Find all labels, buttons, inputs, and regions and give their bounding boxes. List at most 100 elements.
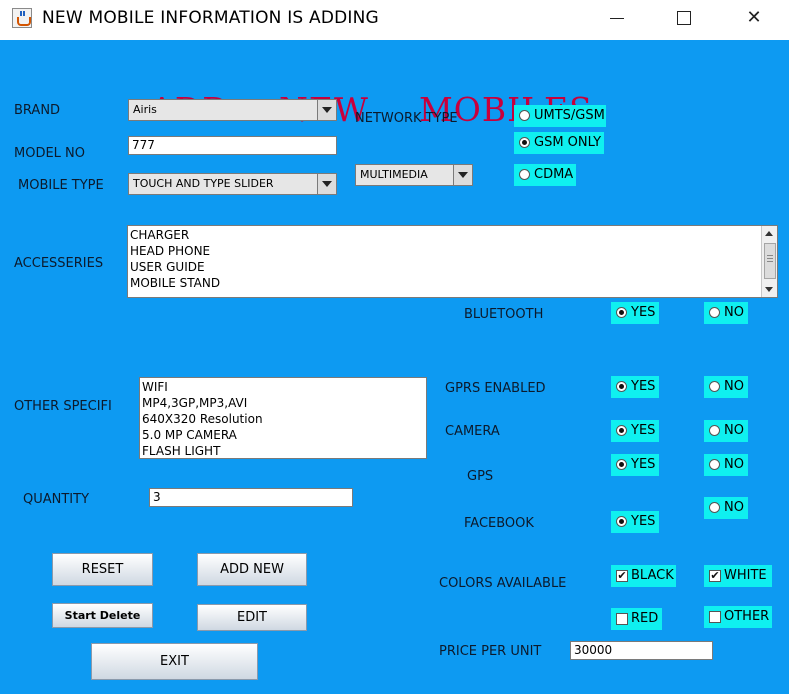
network-cdma-radio[interactable]: CDMA <box>514 164 576 186</box>
checkbox-checked-icon[interactable]: ✔ <box>709 570 721 582</box>
radio-selected-icon[interactable] <box>616 516 627 527</box>
chevron-down-icon[interactable] <box>317 174 336 194</box>
list-item[interactable]: 640X320 Resolution <box>140 411 426 427</box>
camera-yes-label: YES <box>631 423 656 438</box>
bluetooth-label: BLUETOOTH <box>464 307 544 322</box>
category-combo[interactable]: MULTIMEDIA <box>355 164 473 186</box>
network-umts-label: UMTS/GSM <box>534 108 605 123</box>
minimize-icon[interactable] <box>594 0 640 37</box>
radio-selected-icon[interactable] <box>616 459 627 470</box>
quantity-field[interactable]: 3 <box>149 488 353 507</box>
price-field[interactable]: 30000 <box>570 641 713 660</box>
accessories-list[interactable]: CHARGER HEAD PHONE USER GUIDE MOBILE STA… <box>127 225 778 298</box>
list-item[interactable]: HEAD PHONE <box>128 243 777 259</box>
list-item[interactable]: CHARGER <box>128 227 777 243</box>
model-no-field[interactable]: 777 <box>128 136 337 155</box>
form-panel: ADD NEW MOBILES BRAND Airis MODEL NO 777… <box>0 40 789 694</box>
scrollbar[interactable] <box>761 226 777 297</box>
exit-button[interactable]: EXIT <box>91 643 258 680</box>
checkbox-icon[interactable] <box>616 613 628 625</box>
add-new-button[interactable]: ADD NEW <box>197 553 307 586</box>
bluetooth-no-label: NO <box>724 305 744 320</box>
radio-icon[interactable] <box>709 307 720 318</box>
colors-label: COLORS AVAILABLE <box>439 576 567 591</box>
brand-label: BRAND <box>14 103 61 118</box>
list-item[interactable]: FLASH LIGHT <box>140 443 426 459</box>
category-value: MULTIMEDIA <box>360 168 428 181</box>
list-item[interactable]: WIFI <box>140 379 426 395</box>
color-black-label: BLACK <box>631 568 674 583</box>
chevron-down-icon[interactable] <box>453 165 472 185</box>
close-icon[interactable]: ✕ <box>731 0 777 37</box>
scroll-down-icon[interactable] <box>762 281 777 297</box>
maximize-icon[interactable] <box>661 0 707 37</box>
camera-no-radio[interactable]: NO <box>704 420 748 442</box>
radio-selected-icon[interactable] <box>616 381 627 392</box>
list-item[interactable]: MOBILE STAND <box>128 275 777 291</box>
scroll-thumb[interactable] <box>764 243 776 279</box>
gprs-yes-label: YES <box>631 379 656 394</box>
bluetooth-no-radio[interactable]: NO <box>704 302 748 324</box>
facebook-label: FACEBOOK <box>464 516 534 531</box>
gprs-no-radio[interactable]: NO <box>704 376 748 398</box>
network-cdma-label: CDMA <box>534 167 574 182</box>
gps-yes-label: YES <box>631 457 656 472</box>
gps-no-label: NO <box>724 457 744 472</box>
bluetooth-yes-radio[interactable]: YES <box>611 302 659 324</box>
scroll-up-icon[interactable] <box>762 226 777 242</box>
gps-yes-radio[interactable]: YES <box>611 454 659 476</box>
radio-icon[interactable] <box>519 110 530 121</box>
mobile-type-combo[interactable]: TOUCH AND TYPE SLIDER <box>128 173 337 195</box>
gprs-no-label: NO <box>724 379 744 394</box>
radio-icon[interactable] <box>709 459 720 470</box>
mobile-type-label: MOBILE TYPE <box>18 178 104 193</box>
bluetooth-yes-label: YES <box>631 305 656 320</box>
network-gsm-radio[interactable]: GSM ONLY <box>514 132 604 154</box>
checkbox-checked-icon[interactable]: ✔ <box>616 570 628 582</box>
facebook-yes-label: YES <box>631 514 656 529</box>
camera-label: CAMERA <box>445 424 500 439</box>
start-delete-button[interactable]: Start Delete <box>52 603 153 628</box>
other-spec-label: OTHER SPECIFI <box>14 399 112 414</box>
radio-icon[interactable] <box>709 425 720 436</box>
color-other-label: OTHER <box>724 609 770 624</box>
gps-label: GPS <box>467 469 494 484</box>
window-title: NEW MOBILE INFORMATION IS ADDING <box>42 8 379 28</box>
title-bar: NEW MOBILE INFORMATION IS ADDING ✕ <box>0 0 789 37</box>
list-item[interactable]: MP4,3GP,MP3,AVI <box>140 395 426 411</box>
java-app-icon <box>12 8 32 28</box>
color-red-checkbox[interactable]: RED <box>611 608 662 630</box>
camera-yes-radio[interactable]: YES <box>611 420 659 442</box>
checkbox-icon[interactable] <box>709 611 721 623</box>
facebook-yes-radio[interactable]: YES <box>611 511 659 533</box>
price-label: PRICE PER UNIT <box>439 644 542 659</box>
accessories-label: ACCESSERIES <box>14 256 104 271</box>
radio-selected-icon[interactable] <box>616 307 627 318</box>
other-spec-list[interactable]: WIFI MP4,3GP,MP3,AVI 640X320 Resolution … <box>139 377 427 459</box>
network-gsm-label: GSM ONLY <box>534 135 602 150</box>
facebook-no-radio[interactable]: NO <box>704 497 748 519</box>
color-other-checkbox[interactable]: OTHER <box>704 606 772 628</box>
color-black-checkbox[interactable]: ✔ BLACK <box>611 565 676 587</box>
radio-selected-icon[interactable] <box>519 137 530 148</box>
edit-button[interactable]: EDIT <box>197 604 307 631</box>
list-item[interactable]: USER GUIDE <box>128 259 777 275</box>
chevron-down-icon[interactable] <box>317 100 336 120</box>
radio-icon[interactable] <box>519 169 530 180</box>
camera-no-label: NO <box>724 423 744 438</box>
gprs-yes-radio[interactable]: YES <box>611 376 659 398</box>
network-umts-radio[interactable]: UMTS/GSM <box>514 105 606 127</box>
radio-icon[interactable] <box>709 381 720 392</box>
reset-button[interactable]: RESET <box>52 553 153 586</box>
facebook-no-label: NO <box>724 500 744 515</box>
model-no-label: MODEL NO <box>14 146 86 161</box>
list-item[interactable]: 5.0 MP CAMERA <box>140 427 426 443</box>
brand-value: Airis <box>133 103 157 116</box>
gps-no-radio[interactable]: NO <box>704 454 748 476</box>
radio-selected-icon[interactable] <box>616 425 627 436</box>
quantity-label: QUANTITY <box>23 492 90 507</box>
color-white-checkbox[interactable]: ✔ WHITE <box>704 565 772 587</box>
color-white-label: WHITE <box>724 568 767 583</box>
radio-icon[interactable] <box>709 502 720 513</box>
brand-combo[interactable]: Airis <box>128 99 337 121</box>
